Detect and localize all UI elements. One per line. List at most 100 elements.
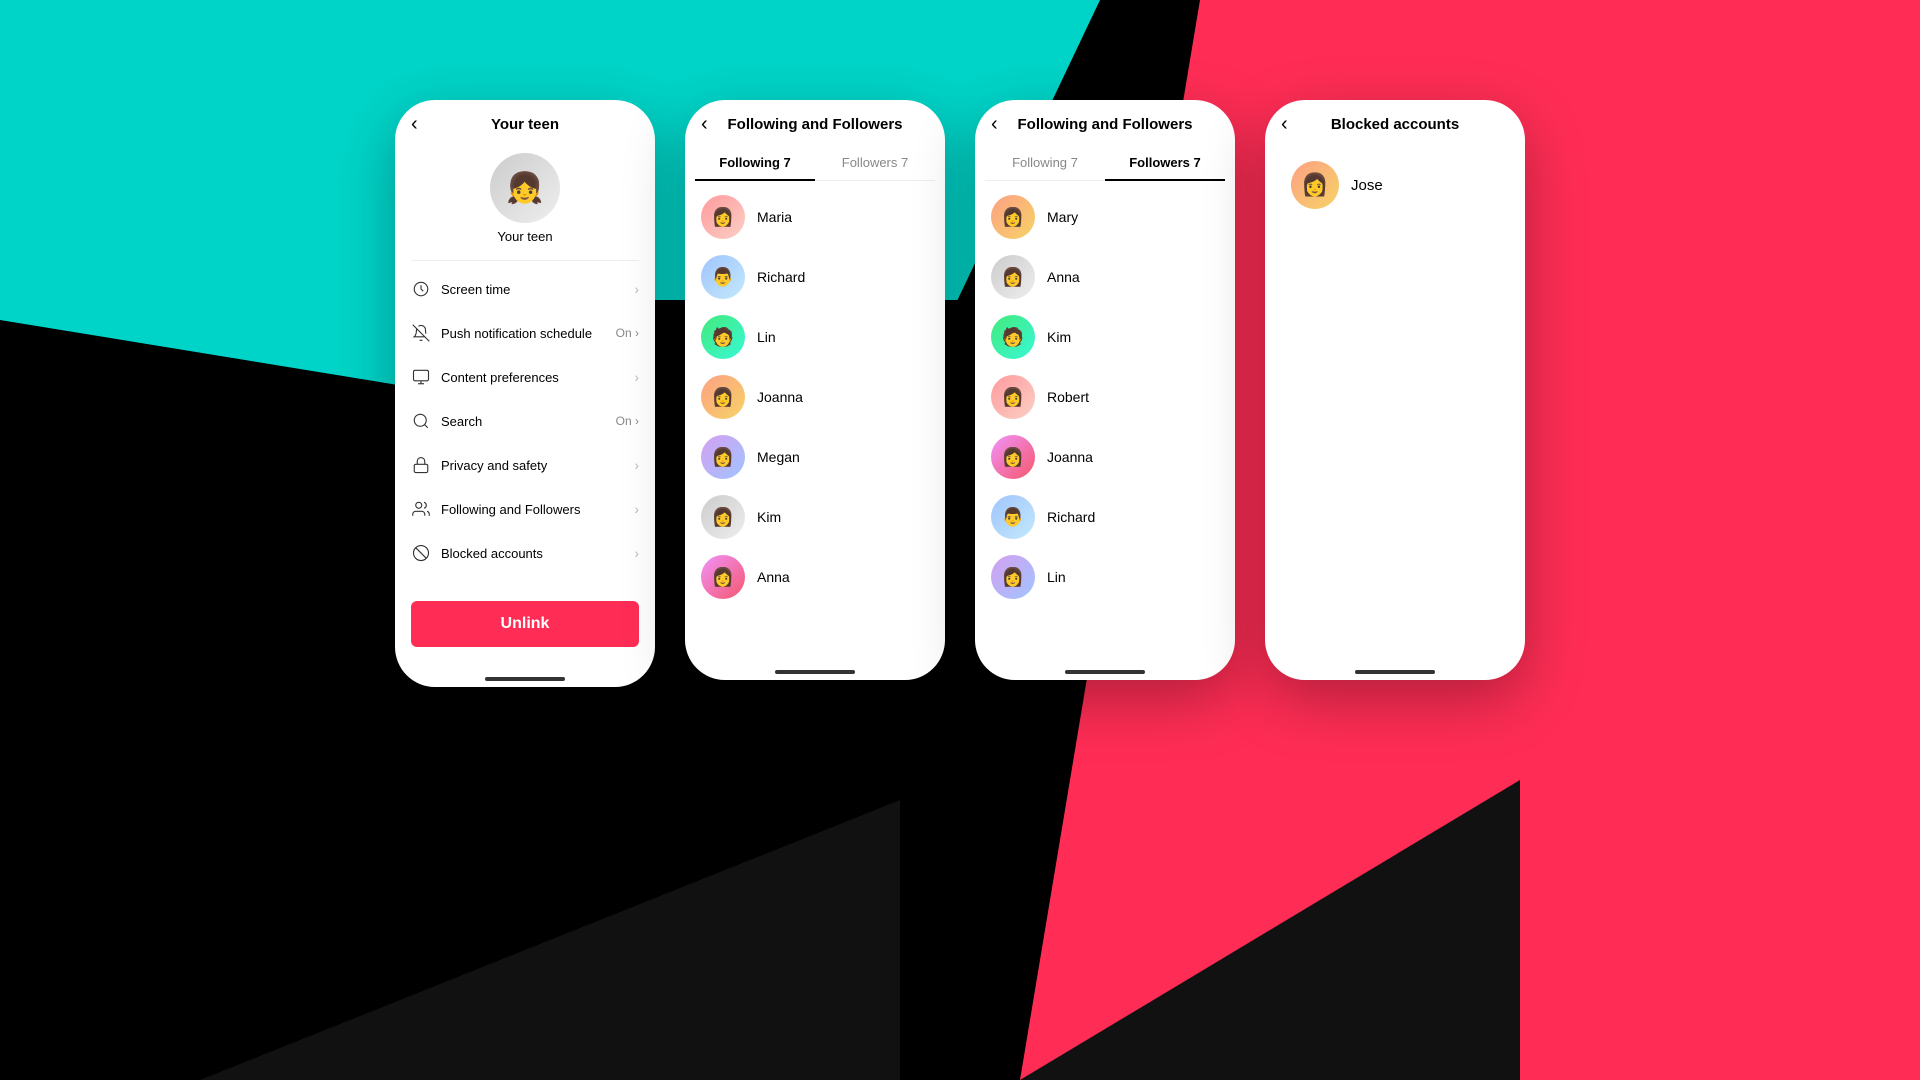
user-name: Joanna (757, 389, 803, 405)
search-status: On › (616, 414, 639, 428)
menu-item-privacy-safety[interactable]: Privacy and safety › (395, 443, 655, 487)
phone-your-teen: ‹ Your teen 👧 Your teen Screen time › (395, 100, 655, 687)
list-item[interactable]: 👩 Joanna (985, 427, 1225, 487)
tab-followers-2[interactable]: Followers 7 (815, 143, 935, 180)
blocked-list: 👩 Jose (1265, 143, 1525, 640)
user-name: Kim (757, 509, 781, 525)
phone3-header: ‹ Following and Followers (975, 100, 1235, 143)
chevron-screen-time: › (634, 281, 639, 297)
phone-following-followers-2: ‹ Following and Followers Following 7 Fo… (975, 100, 1235, 680)
home-bar-1 (485, 677, 565, 681)
user-avatar: 👨 (991, 495, 1035, 539)
list-item[interactable]: 👩 Megan (695, 427, 935, 487)
phones-container: ‹ Your teen 👧 Your teen Screen time › (395, 100, 1525, 687)
user-name: Maria (757, 209, 792, 225)
list-item[interactable]: 👩 Anna (985, 247, 1225, 307)
phone4-back-button[interactable]: ‹ (1281, 113, 1288, 136)
chevron-blocked-accounts: › (634, 545, 639, 561)
user-name: Anna (1047, 269, 1080, 285)
list-item[interactable]: 👩 Lin (985, 547, 1225, 607)
user-avatar: 👩 (701, 375, 745, 419)
block-icon (411, 543, 431, 563)
home-bar-4 (1355, 670, 1435, 674)
menu-item-search[interactable]: Search On › (395, 399, 655, 443)
menu-label-privacy-safety: Privacy and safety (441, 458, 634, 473)
menu-label-screen-time: Screen time (441, 282, 634, 297)
user-avatar: 👩 (1291, 161, 1339, 209)
menu-item-blocked-accounts[interactable]: Blocked accounts › (395, 531, 655, 575)
user-name: Lin (757, 329, 776, 345)
user-avatar: 👩 (991, 195, 1035, 239)
menu-list: Screen time › Push notification schedule… (395, 261, 655, 581)
bell-off-icon (411, 323, 431, 343)
phone-blocked-accounts: ‹ Blocked accounts 👩 Jose (1265, 100, 1525, 680)
user-name: Megan (757, 449, 800, 465)
phone3-tabs: Following 7 Followers 7 (985, 143, 1225, 181)
push-notification-status: On › (616, 326, 639, 340)
phone4-title: Blocked accounts (1331, 116, 1459, 133)
teen-avatar-section: 👧 Your teen (395, 143, 655, 260)
list-item[interactable]: 👩 Joanna (695, 367, 935, 427)
menu-label-push-notification: Push notification schedule (441, 326, 616, 341)
phone4-header: ‹ Blocked accounts (1265, 100, 1525, 143)
phone2-title: Following and Followers (728, 116, 903, 133)
user-name: Kim (1047, 329, 1071, 345)
list-item[interactable]: 👩 Jose (1275, 149, 1515, 221)
following-list: 👩 Maria 👨 Richard 🧑 Lin 👩 Joanna 👩 Megan… (685, 181, 945, 640)
menu-item-following-followers[interactable]: Following and Followers › (395, 487, 655, 531)
phone1-title: Your teen (491, 116, 559, 133)
phone3-title: Following and Followers (1018, 116, 1193, 133)
user-avatar: 👩 (701, 495, 745, 539)
home-bar-3 (1065, 670, 1145, 674)
phone2-header: ‹ Following and Followers (685, 100, 945, 143)
user-avatar: 👩 (701, 435, 745, 479)
tab-following-2[interactable]: Following 7 (695, 143, 815, 180)
user-avatar: 👩 (991, 375, 1035, 419)
bg-shape-black-bottom-left (200, 680, 900, 1080)
phone-following-followers-1: ‹ Following and Followers Following 7 Fo… (685, 100, 945, 680)
phone1-back-button[interactable]: ‹ (411, 113, 418, 136)
phone1-header: ‹ Your teen (395, 100, 655, 143)
menu-label-blocked-accounts: Blocked accounts (441, 546, 634, 561)
user-avatar: 🧑 (991, 315, 1035, 359)
user-avatar: 👩 (701, 195, 745, 239)
followers-list: 👩 Mary 👩 Anna 🧑 Kim 👩 Robert 👩 Joanna 👨 … (975, 181, 1235, 640)
menu-item-content-preferences[interactable]: Content preferences › (395, 355, 655, 399)
list-item[interactable]: 👨 Richard (985, 487, 1225, 547)
list-item[interactable]: 👨 Richard (695, 247, 935, 307)
user-avatar: 🧑 (701, 315, 745, 359)
list-item[interactable]: 👩 Mary (985, 187, 1225, 247)
chevron-privacy-safety: › (634, 457, 639, 473)
clock-icon (411, 279, 431, 299)
chevron-content-preferences: › (634, 369, 639, 385)
user-name: Richard (1047, 509, 1095, 525)
menu-item-push-notification[interactable]: Push notification schedule On › (395, 311, 655, 355)
user-avatar: 👨 (701, 255, 745, 299)
user-name: Mary (1047, 209, 1078, 225)
user-avatar: 👩 (701, 555, 745, 599)
user-avatar: 👩 (991, 555, 1035, 599)
monitor-icon (411, 367, 431, 387)
phone3-back-button[interactable]: ‹ (991, 113, 998, 136)
list-item[interactable]: 👩 Robert (985, 367, 1225, 427)
phone2-back-button[interactable]: ‹ (701, 113, 708, 136)
list-item[interactable]: 👩 Anna (695, 547, 935, 607)
user-name: Lin (1047, 569, 1066, 585)
tab-following-3[interactable]: Following 7 (985, 143, 1105, 180)
unlink-button[interactable]: Unlink (411, 601, 639, 647)
list-item[interactable]: 🧑 Lin (695, 307, 935, 367)
menu-label-content-preferences: Content preferences (441, 370, 634, 385)
tab-followers-3[interactable]: Followers 7 (1105, 143, 1225, 180)
list-item[interactable]: 👩 Maria (695, 187, 935, 247)
list-item[interactable]: 👩 Kim (695, 487, 935, 547)
user-avatar: 👩 (991, 435, 1035, 479)
lock-icon (411, 455, 431, 475)
user-name: Joanna (1047, 449, 1093, 465)
chevron-following-followers: › (634, 501, 639, 517)
user-name: Robert (1047, 389, 1089, 405)
list-item[interactable]: 🧑 Kim (985, 307, 1225, 367)
user-name: Richard (757, 269, 805, 285)
user-name: Jose (1351, 177, 1383, 194)
menu-item-screen-time[interactable]: Screen time › (395, 267, 655, 311)
user-name: Anna (757, 569, 790, 585)
